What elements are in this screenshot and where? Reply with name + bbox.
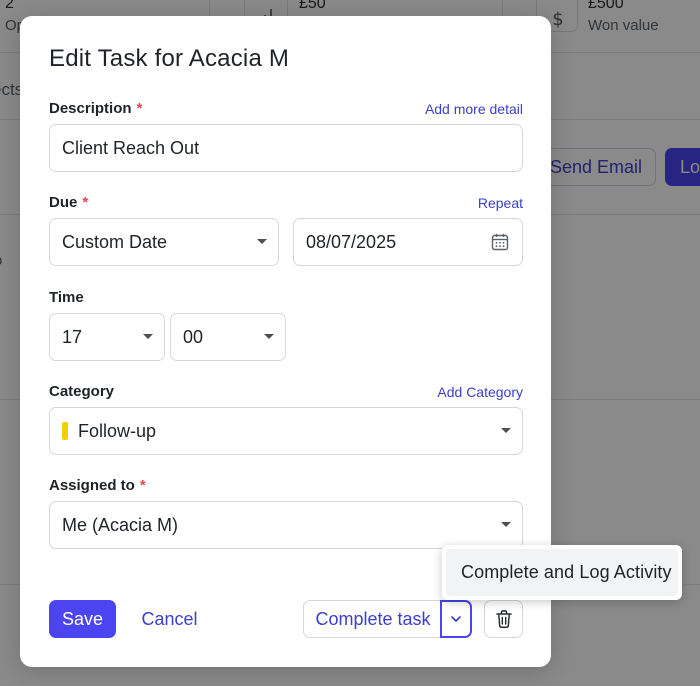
- description-input[interactable]: Client Reach Out: [49, 124, 523, 172]
- required-mark: *: [139, 477, 146, 494]
- calendar-icon[interactable]: [490, 232, 510, 252]
- complete-options-toggle[interactable]: [440, 600, 472, 638]
- assigned-label-text: Assigned to: [49, 477, 135, 494]
- minute-value: 00: [183, 326, 204, 347]
- delete-task-button[interactable]: [484, 600, 523, 638]
- chevron-down-icon: [451, 616, 461, 622]
- assigned-value: Me (Acacia M): [62, 514, 179, 535]
- description-label: Description *: [49, 100, 142, 117]
- due-date-value: 08/07/2025: [306, 231, 397, 252]
- trash-icon: [495, 610, 512, 628]
- due-type-select[interactable]: Custom Date: [49, 218, 279, 266]
- modal-title: Edit Task for Acacia M: [49, 45, 290, 72]
- category-value: Follow-up: [78, 420, 157, 441]
- chevron-down-icon: [501, 428, 511, 433]
- chevron-down-icon: [143, 334, 153, 339]
- minute-select[interactable]: 00: [170, 313, 286, 361]
- due-type-value: Custom Date: [62, 231, 168, 252]
- description-label-text: Description: [49, 100, 132, 117]
- chevron-down-icon: [501, 522, 511, 527]
- cancel-button[interactable]: Cancel: [132, 600, 207, 638]
- category-label: Category: [49, 383, 115, 400]
- repeat-link[interactable]: Repeat: [478, 195, 523, 211]
- description-value: Client Reach Out: [62, 137, 200, 158]
- due-label: Due *: [49, 194, 88, 211]
- assigned-label: Assigned to *: [49, 477, 146, 494]
- category-color-swatch: [62, 422, 68, 440]
- category-select[interactable]: Follow-up: [49, 407, 523, 455]
- complete-task-button[interactable]: Complete task: [303, 600, 442, 638]
- chevron-down-icon: [257, 239, 267, 244]
- complete-options-menu: Complete and Log Activity: [442, 545, 682, 600]
- required-mark: *: [82, 194, 89, 211]
- hour-select[interactable]: 17: [49, 313, 165, 361]
- due-date-input[interactable]: 08/07/2025: [293, 218, 523, 266]
- due-label-text: Due: [49, 194, 78, 211]
- add-more-detail-link[interactable]: Add more detail: [425, 101, 523, 117]
- save-button[interactable]: Save: [49, 600, 116, 638]
- time-label: Time: [49, 289, 84, 306]
- hour-value: 17: [62, 326, 83, 347]
- add-category-link[interactable]: Add Category: [437, 384, 523, 400]
- assigned-select[interactable]: Me (Acacia M): [49, 501, 523, 549]
- required-mark: *: [136, 100, 143, 117]
- complete-and-log-activity-item[interactable]: Complete and Log Activity: [446, 549, 678, 596]
- chevron-down-icon: [264, 334, 274, 339]
